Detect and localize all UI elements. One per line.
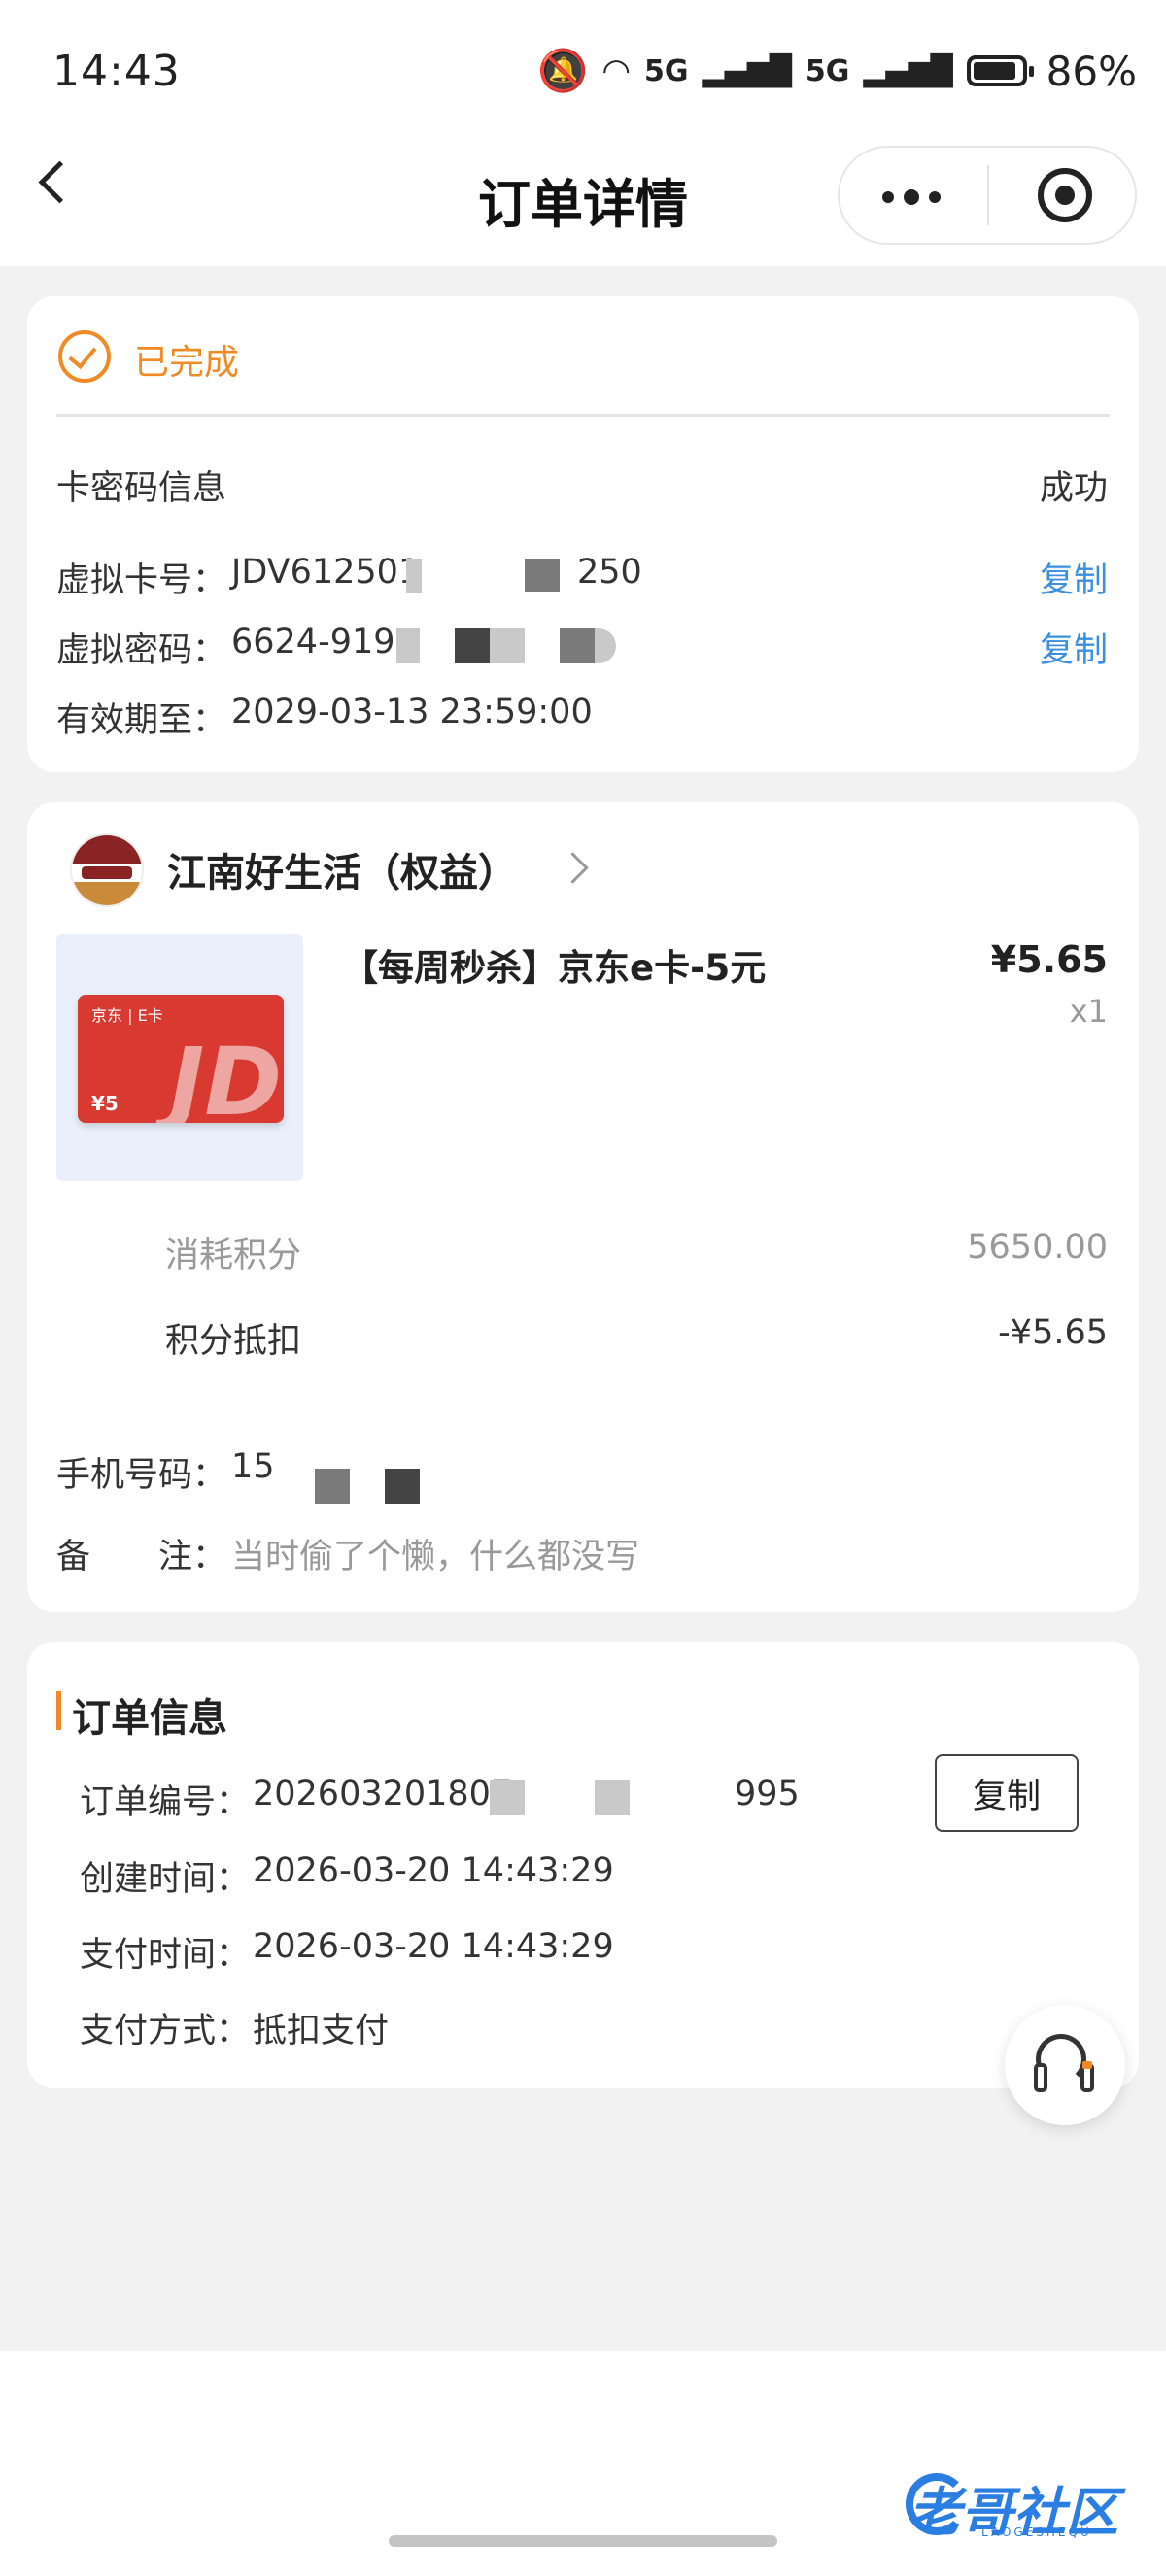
points-deduct-value: -¥5.65 xyxy=(998,1313,1108,1352)
redaction-mask xyxy=(315,1469,350,1504)
ecard-mark: JD xyxy=(169,1028,282,1123)
customer-service-headset-icon[interactable] xyxy=(1005,2005,1125,2125)
card-number-start: JDV612501 xyxy=(231,553,421,592)
points-consumed-value: 5650.00 xyxy=(967,1228,1108,1267)
card-number-label: 虚拟卡号： xyxy=(56,561,227,600)
phone-start: 15 xyxy=(231,1447,275,1486)
redaction-mask xyxy=(490,628,525,663)
redaction-mask xyxy=(406,559,422,593)
ecard-value: ¥5 xyxy=(91,1092,119,1115)
wifi-icon: ◠ xyxy=(601,51,632,90)
expiry-value: 2029-03-13 23:59:00 xyxy=(231,693,593,731)
points-consumed-label: 消耗积分 xyxy=(165,1237,302,1275)
redaction-mask xyxy=(385,1469,420,1504)
clock: 14:43 xyxy=(52,47,181,96)
order-number-start: 202603201807 xyxy=(253,1775,513,1813)
expiry-label: 有效期至： xyxy=(56,701,227,740)
order-number-end: 995 xyxy=(735,1775,800,1813)
signal-5g-a: 5G xyxy=(644,53,689,88)
created-time-value: 2026-03-20 14:43:29 xyxy=(253,1851,614,1890)
order-status: 已完成 xyxy=(134,343,240,383)
redaction-mask xyxy=(595,1780,630,1815)
battery-icon xyxy=(966,55,1034,86)
card-number-end: 250 xyxy=(577,553,642,592)
password-label: 虚拟密码： xyxy=(56,631,227,670)
product-name[interactable]: 【每周秒杀】京东e卡-5元 xyxy=(342,938,766,991)
password-start: 6624-919 xyxy=(231,623,395,661)
redaction-mask xyxy=(525,559,560,592)
copy-order-number-button[interactable]: 复制 xyxy=(935,1754,1079,1832)
store-name[interactable]: 江南好生活（权益） xyxy=(167,841,517,898)
capsule-divider xyxy=(987,165,989,225)
remark-label: 备 注： xyxy=(56,1538,227,1576)
jd-ecard-image: 京东 | E卡 JD ¥5 xyxy=(78,995,284,1123)
paid-time-label: 支付时间： xyxy=(80,1936,251,1975)
created-time-label: 创建时间： xyxy=(80,1860,251,1899)
signal-bars-icon: ▂▄▆█ xyxy=(863,53,953,88)
more-menu-icon[interactable] xyxy=(882,189,941,205)
store-logo-icon xyxy=(70,833,144,907)
copy-card-number-link[interactable]: 复制 xyxy=(1040,553,1108,602)
phone-label: 手机号码： xyxy=(56,1456,227,1495)
section-accent-bar xyxy=(56,1691,61,1730)
divider xyxy=(56,414,1110,417)
order-info-title: 订单信息 xyxy=(72,1696,227,1741)
payment-method-label: 支付方式： xyxy=(80,2012,251,2051)
points-deduct-label: 积分抵扣 xyxy=(165,1322,302,1361)
card-info-label: 卡密码信息 xyxy=(56,469,227,508)
mute-bell-icon: 🔕 xyxy=(537,47,589,94)
card-info-status: 成功 xyxy=(1039,469,1108,508)
check-circle-icon xyxy=(58,330,111,383)
remark-value: 当时偷了个懒，什么都没写 xyxy=(231,1538,640,1576)
redaction-mask xyxy=(455,628,490,663)
close-miniapp-icon[interactable] xyxy=(1038,168,1092,222)
payment-method-value: 抵扣支付 xyxy=(253,2012,390,2051)
redaction-mask xyxy=(560,628,595,663)
home-indicator[interactable] xyxy=(389,2535,777,2547)
redaction-mask xyxy=(490,1780,525,1815)
watermark-subtext: LAOGESHEQU xyxy=(981,2525,1092,2539)
signal-5g-b: 5G xyxy=(805,53,850,88)
ecard-brand: 京东 | E卡 xyxy=(91,1006,163,1025)
copy-password-link[interactable]: 复制 xyxy=(1040,623,1108,672)
paid-time-value: 2026-03-20 14:43:29 xyxy=(253,1927,614,1966)
signal-bars-icon: ▂▄▆█ xyxy=(702,53,792,88)
status-icons: 🔕 ◠ 5G ▂▄▆█ 5G ▂▄▆█ 86% xyxy=(537,47,1137,95)
battery-level: 86% xyxy=(1046,47,1137,95)
redaction-mask xyxy=(396,628,420,663)
order-number-label: 订单编号： xyxy=(80,1783,251,1822)
product-price: ¥5.65 xyxy=(990,938,1108,981)
product-quantity: x1 xyxy=(1069,993,1108,1030)
